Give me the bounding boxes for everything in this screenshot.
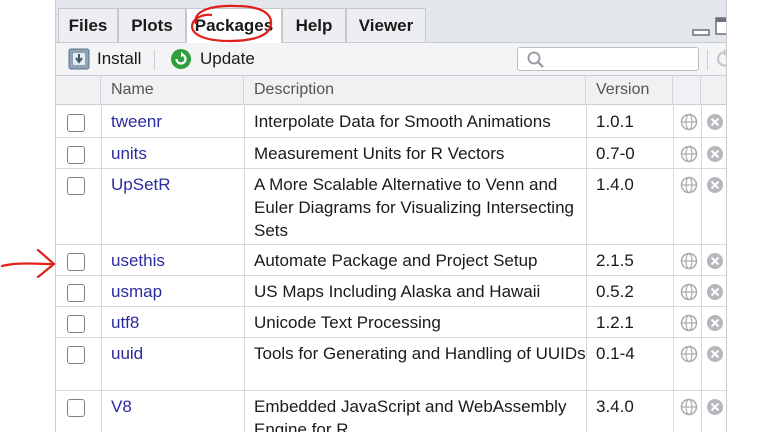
annotation-circle-packages	[190, 4, 273, 43]
annotation-overlay	[0, 4, 273, 279]
annotation-arrow-usethis	[0, 248, 56, 279]
